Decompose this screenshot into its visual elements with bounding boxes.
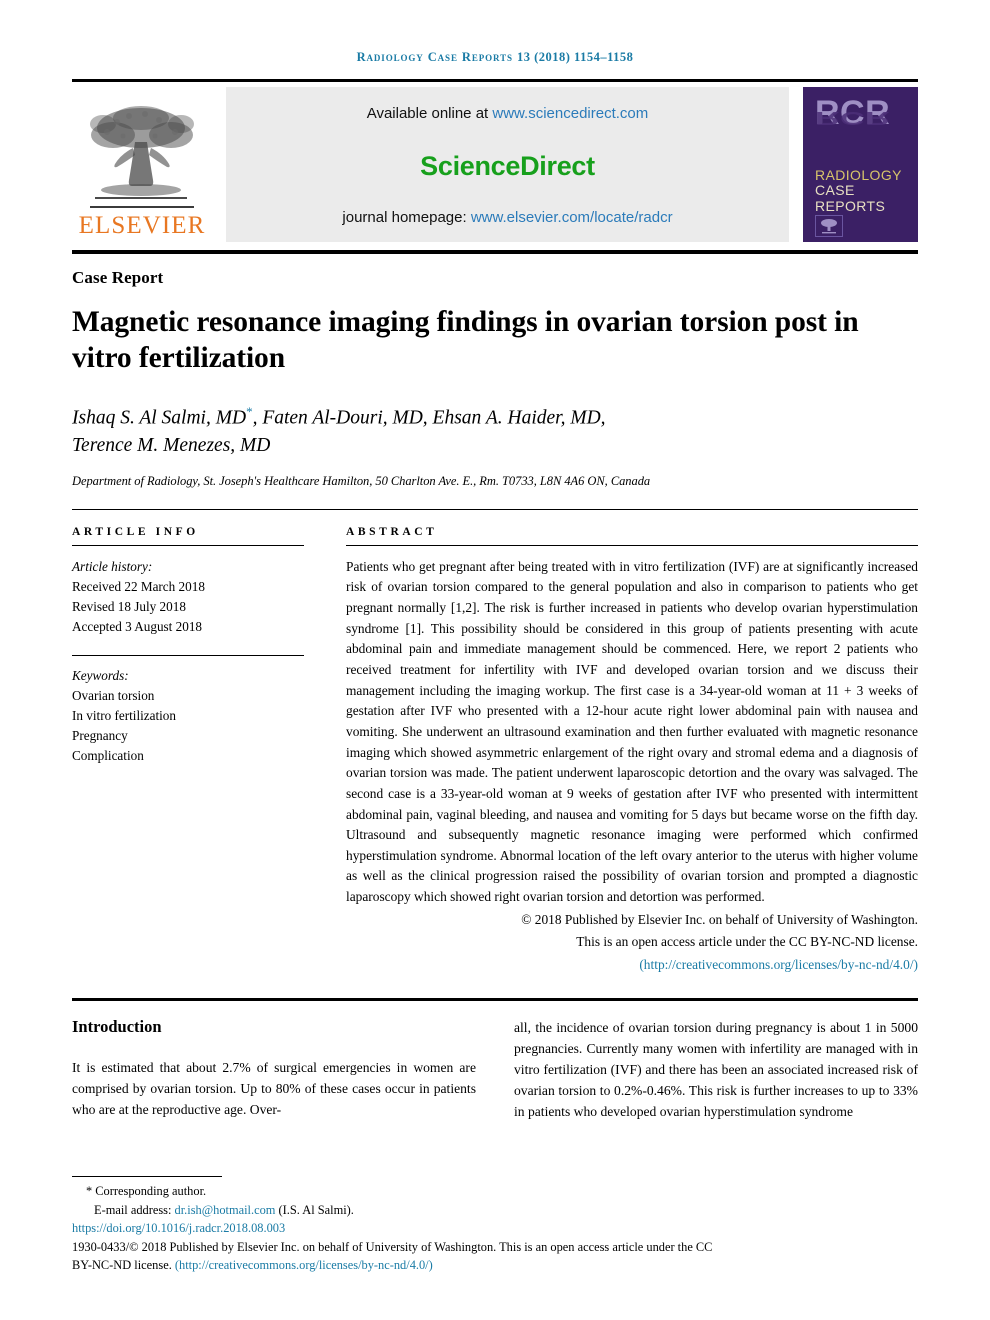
affiliation: Department of Radiology, St. Joseph's He… bbox=[72, 473, 651, 488]
intro-paragraph-right: all, the incidence of ovarian torsion du… bbox=[514, 1019, 918, 1120]
keyword-item: Pregnancy bbox=[72, 728, 128, 744]
corresponding-author-note: * Corresponding author. bbox=[86, 1183, 207, 1198]
author-first: Ishaq S. Al Salmi, MD bbox=[72, 407, 247, 429]
doi-link[interactable]: https://doi.org/10.1016/j.radcr.2018.08.… bbox=[72, 1221, 285, 1235]
info-section-top-rule bbox=[72, 508, 918, 510]
journal-homepage-label: journal homepage: bbox=[342, 209, 471, 226]
article-revised-date: Revised 18 July 2018 bbox=[72, 598, 186, 614]
article-info-rule bbox=[72, 544, 304, 546]
header-rule bbox=[72, 79, 918, 82]
elsevier-underline bbox=[90, 206, 194, 208]
abstract-column: ABSTRACT Patients who get pregnant after… bbox=[346, 526, 918, 976]
article-info-column: ARTICLE INFO Article history: Received 2… bbox=[72, 526, 304, 976]
running-head: Radiology Case Reports 13 (2018) 1154–11… bbox=[72, 0, 918, 65]
article-info-label: ARTICLE INFO bbox=[72, 525, 199, 538]
abstract-copyright-line-1: © 2018 Published by Elsevier Inc. on beh… bbox=[521, 911, 918, 927]
body-columns: Introduction It is estimated that about … bbox=[72, 1017, 918, 1123]
abstract-text: Patients who get pregnant after being tr… bbox=[346, 558, 918, 905]
section-heading-introduction: Introduction bbox=[72, 1016, 162, 1036]
article-history-label: Article history: bbox=[72, 558, 153, 574]
cover-title-line1: RADIOLOGY bbox=[815, 166, 902, 183]
email-label: E-mail address: bbox=[94, 1202, 175, 1217]
author-list: Ishaq S. Al Salmi, MD*, Faten Al-Douri, … bbox=[72, 403, 918, 460]
footnote-rule bbox=[72, 1175, 222, 1177]
keywords-rule bbox=[72, 655, 304, 657]
keywords-label: Keywords: bbox=[72, 668, 129, 684]
author-rest: , Faten Al-Douri, MD, Ehsan A. Haider, M… bbox=[252, 407, 606, 429]
journal-homepage-line: journal homepage: www.elsevier.com/locat… bbox=[342, 209, 672, 226]
article-accepted-date: Accepted 3 August 2018 bbox=[72, 619, 203, 635]
elsevier-wordmark: ELSEVIER bbox=[78, 212, 206, 239]
cover-acronym-reflection: RCR bbox=[815, 108, 891, 129]
abstract-license-link[interactable]: (http://creativecommons.org/licenses/by-… bbox=[639, 957, 918, 972]
article-type-kicker: Case Report bbox=[72, 268, 164, 287]
email-owner: (I.S. Al Salmi). bbox=[275, 1202, 354, 1217]
cover-title-line2: CASE bbox=[815, 182, 855, 199]
keyword-item: Complication bbox=[72, 748, 144, 764]
masthead: ELSEVIER Available online at www.science… bbox=[72, 87, 918, 242]
elsevier-tree-icon bbox=[90, 106, 194, 199]
journal-cover-image: RCR RCR RADIOLOGY CASE REPORTS bbox=[803, 87, 918, 242]
abstract-label: ABSTRACT bbox=[346, 525, 438, 538]
footer-license-link[interactable]: (http://creativecommons.org/licenses/by-… bbox=[175, 1258, 433, 1272]
cover-elsevier-mark-icon bbox=[815, 214, 843, 237]
author-line-2: Terence M. Menezes, MD bbox=[72, 435, 271, 457]
article-received-date: Received 22 March 2018 bbox=[72, 578, 205, 594]
keyword-item: In vitro fertilization bbox=[72, 708, 176, 724]
journal-homepage-link[interactable]: www.elsevier.com/locate/radcr bbox=[471, 209, 673, 226]
abstract-license-link-row: (http://creativecommons.org/licenses/by-… bbox=[346, 955, 918, 976]
sciencedirect-banner: Available online at www.sciencedirect.co… bbox=[226, 87, 789, 242]
issn-copyright-line: 1930-0433/© 2018 Published by Elsevier I… bbox=[72, 1239, 713, 1254]
keyword-item: Ovarian torsion bbox=[72, 688, 155, 704]
doi-line: https://doi.org/10.1016/j.radcr.2018.08.… bbox=[72, 1219, 918, 1238]
cover-tree-icon bbox=[821, 218, 837, 234]
available-online-label: Available online at bbox=[366, 105, 493, 122]
email-link[interactable]: dr.ish@hotmail.com bbox=[175, 1203, 276, 1217]
article-page: Radiology Case Reports 13 (2018) 1154–11… bbox=[0, 0, 990, 1320]
body-column-left: Introduction It is estimated that about … bbox=[72, 1017, 476, 1123]
sciencedirect-link[interactable]: www.sciencedirect.com bbox=[492, 105, 648, 122]
abstract-copyright-line-2: This is an open access article under the… bbox=[576, 934, 918, 950]
intro-paragraph-left: It is estimated that about 2.7% of surgi… bbox=[72, 1059, 476, 1118]
running-head-journal: Radiology Case Reports bbox=[356, 50, 513, 64]
body-top-rule bbox=[72, 997, 918, 1001]
abstract-rule bbox=[346, 544, 918, 546]
elsevier-logo: ELSEVIER bbox=[72, 87, 212, 242]
masthead-bottom-rule bbox=[72, 250, 918, 254]
footer-license-prefix: BY-NC-ND license. bbox=[72, 1258, 175, 1273]
sciencedirect-logo: ScienceDirect bbox=[420, 151, 595, 181]
page-title: Magnetic resonance imaging findings in o… bbox=[72, 306, 859, 374]
footer-license-line: BY-NC-ND license. (http://creativecommon… bbox=[72, 1256, 918, 1275]
page-footnotes: * Corresponding author. E-mail address: … bbox=[72, 1175, 918, 1275]
running-head-volume: 13 (2018) 1154–1158 bbox=[516, 50, 634, 64]
available-online-line: Available online at www.sciencedirect.co… bbox=[367, 105, 649, 122]
email-note: E-mail address: dr.ish@hotmail.com (I.S.… bbox=[72, 1201, 918, 1220]
cover-title-line3: REPORTS bbox=[815, 197, 886, 214]
info-abstract-row: ARTICLE INFO Article history: Received 2… bbox=[72, 526, 918, 976]
body-column-right: all, the incidence of ovarian torsion du… bbox=[514, 1017, 918, 1123]
